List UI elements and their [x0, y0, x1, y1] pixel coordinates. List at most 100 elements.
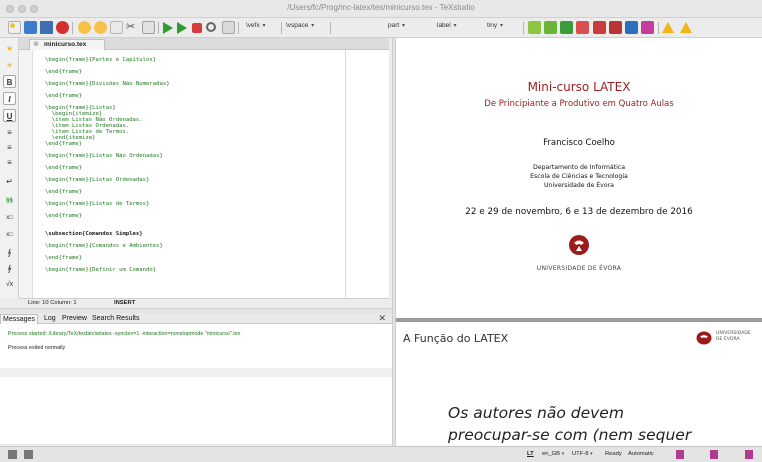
toolbar-separator	[523, 22, 524, 34]
copy-icon[interactable]	[110, 21, 123, 34]
slide-author: Francisco Coelho	[543, 138, 615, 148]
undo-icon[interactable]	[78, 21, 91, 34]
editor-tab-bar: ⊗ minicurso.tex	[19, 38, 389, 50]
label-label: label	[437, 22, 451, 29]
toggle-messages-icon[interactable]	[24, 450, 33, 459]
code-lines: \begin{frame}{Partes e Capítulos} \end{f…	[45, 57, 345, 273]
sqrt-icon[interactable]: √x	[3, 278, 16, 291]
tab-messages[interactable]: Messages	[0, 314, 38, 324]
code-editor[interactable]: \begin{frame}{Partes e Capítulos} \end{f…	[19, 50, 389, 298]
toolbar-separator	[658, 22, 659, 34]
newline-icon[interactable]: ↵	[3, 175, 16, 188]
close-panel-icon[interactable]: ✕	[378, 313, 386, 323]
stop-icon[interactable]	[192, 23, 202, 33]
align-center-icon[interactable]: ≡	[3, 141, 16, 154]
slide-header: A Função do LATEX UNIVERSIDADE DE ÉVORA	[396, 322, 762, 352]
build-view-icon[interactable]	[163, 22, 173, 34]
warning-icon[interactable]	[662, 22, 674, 33]
column-icon[interactable]	[593, 21, 606, 34]
slide-date: 22 e 29 de novembro, 6 e 13 de dezembro …	[465, 207, 693, 217]
row-icon[interactable]	[576, 21, 589, 34]
chevron-down-icon: ▾	[561, 451, 565, 457]
chevron-down-icon: ▾	[311, 23, 315, 29]
close-file-icon[interactable]	[56, 21, 69, 34]
slide-university-label: UNIVERSIDADE DE ÉVORA	[716, 331, 751, 342]
view-log-icon[interactable]	[222, 21, 235, 34]
tab-minicurso[interactable]: ⊗ minicurso.tex	[29, 39, 106, 50]
bold-button[interactable]: B	[3, 75, 16, 88]
dfrac-icon[interactable]: ∲	[3, 262, 16, 275]
tab-log[interactable]: Log	[42, 314, 58, 324]
redo-icon[interactable]	[94, 21, 107, 34]
open-file-icon[interactable]	[24, 21, 37, 34]
slide-university-name: UNIVERSIDADE DE ÉVORA	[536, 265, 622, 272]
text-color-icon[interactable]	[625, 21, 638, 34]
tab-search-results[interactable]: Search Results	[90, 314, 141, 324]
compile-icon[interactable]	[177, 22, 187, 34]
toolbar-separator	[158, 22, 159, 34]
fraction-icon[interactable]: ∮	[3, 246, 16, 259]
vspace-dropdown[interactable]: \vspace ▾	[286, 22, 314, 29]
subscript-icon[interactable]: x□	[3, 212, 16, 225]
tab-label: minicurso.tex	[44, 41, 87, 48]
toggle-structure-icon[interactable]	[8, 450, 17, 459]
align-right-icon[interactable]: ≡	[3, 156, 16, 169]
vefx-dropdown[interactable]: \vefx ▾	[246, 22, 266, 29]
table-icon[interactable]	[528, 21, 541, 34]
tiny-label: tiny	[487, 22, 498, 29]
view-pdf-icon[interactable]	[206, 22, 216, 32]
tex-icon[interactable]	[676, 450, 684, 459]
paste-icon[interactable]	[142, 21, 155, 34]
texstudio-window: /Users/fc/Prog/mc-latex/tex/minicurso.te…	[0, 0, 762, 462]
languagetool-indicator[interactable]: LT	[527, 451, 534, 457]
slide-institution-line: Departamento de Informática	[533, 164, 625, 171]
bottom-panel-tabs: Messages Log Preview Search Results ✕	[0, 313, 392, 324]
language-dropdown[interactable]: en_GB ▾	[542, 451, 564, 457]
left-tool-strip: ★ ☀ B I U ≡ ≡ ≡ ↵ §§ x□ x□ ∮ ∲ √x	[0, 38, 19, 298]
tabular-icon[interactable]	[544, 21, 557, 34]
language-label: en_GB	[542, 451, 561, 457]
tex-icon[interactable]	[710, 450, 718, 459]
toolbar-separator	[238, 22, 239, 34]
pdf-page-title-slide: Mini-curso LATEX De Principiante a Produ…	[396, 38, 762, 318]
slide-body: Os autores não devem preocupar-se com (n…	[448, 402, 691, 446]
underline-button[interactable]: U	[3, 109, 16, 122]
slide-institution-line: Escola de Ciências e Tecnologia	[530, 173, 628, 180]
format-icon[interactable]	[641, 21, 654, 34]
chevron-down-icon: ▾	[499, 23, 503, 29]
close-tab-icon[interactable]: ⊗	[33, 40, 39, 50]
chevron-down-icon: ▾	[262, 23, 266, 29]
part-label: part	[388, 22, 400, 29]
error-icon[interactable]	[680, 22, 692, 33]
label-dropdown[interactable]: label ▾	[437, 22, 457, 29]
chevron-down-icon: ▾	[402, 23, 406, 29]
slide-institution-line: Universidade de Évora	[544, 182, 614, 189]
bookmark-icon[interactable]: ★	[3, 42, 16, 55]
cut-icon[interactable]: ✂	[126, 21, 139, 34]
status-bar: LT en_GB ▾ UTF-8 ▾ Ready Automatic	[0, 446, 762, 462]
university-line: UNIVERSIDADE	[716, 331, 751, 336]
save-icon[interactable]	[40, 21, 53, 34]
message-process-exited: Process exited normally	[8, 345, 66, 351]
toolbar-separator	[72, 22, 73, 34]
code-line: \begin{frame}{Definir um Comando}	[45, 267, 157, 273]
cell-icon[interactable]	[609, 21, 622, 34]
ready-status: Ready	[605, 451, 622, 457]
part-dropdown[interactable]: part ▾	[388, 22, 405, 29]
university-line: DE ÉVORA	[716, 336, 740, 342]
pdf-viewer[interactable]: Mini-curso LATEX De Principiante a Produ…	[396, 38, 762, 446]
superscript-icon[interactable]: x□	[3, 229, 16, 242]
window-title: /Users/fc/Prog/mc-latex/tex/minicurso.te…	[287, 3, 475, 12]
chevron-down-icon: ▾	[590, 451, 593, 457]
tex-icon[interactable]	[745, 450, 753, 459]
automatic-status[interactable]: Automatic	[628, 451, 654, 457]
tab-preview[interactable]: Preview	[60, 314, 89, 324]
structure-icon[interactable]: ☀	[3, 59, 16, 72]
math-mode-icon[interactable]: §§	[3, 195, 16, 208]
align-left-icon[interactable]: ≡	[3, 126, 16, 139]
italic-button[interactable]: I	[3, 92, 16, 105]
tiny-dropdown[interactable]: tiny ▾	[487, 22, 503, 29]
encoding-dropdown[interactable]: UTF-8 ▾	[572, 451, 593, 457]
slide-body-line: Os autores não devem	[448, 404, 624, 422]
tabbing-icon[interactable]	[560, 21, 573, 34]
